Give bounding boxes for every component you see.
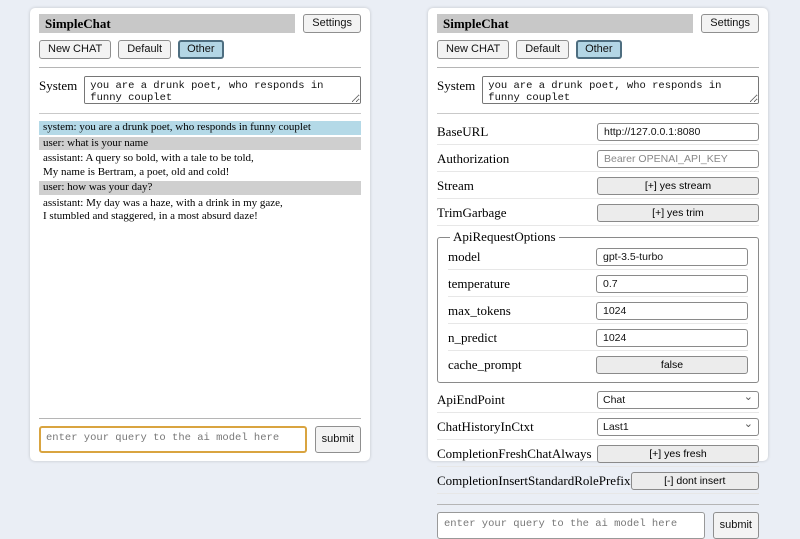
chat-message-assistant: assistant: A query so bold, with a tale … [39,152,361,179]
divider [39,418,361,419]
apiendpoint-select[interactable]: Chat [597,391,759,409]
n-predict-label: n_predict [448,330,497,346]
system-prompt-row: System you are a drunk poet, who respond… [39,76,361,104]
system-prompt-input[interactable]: you are a drunk poet, who responds in fu… [482,76,759,104]
submit-button[interactable]: submit [713,512,759,539]
session-toolbar: New CHAT Default Other [39,40,361,59]
max-tokens-input[interactable] [596,302,748,320]
query-row: submit [39,426,361,453]
session-button-other[interactable]: Other [178,40,224,59]
completionfreshchatalways-label: CompletionFreshChatAlways [437,446,592,462]
api-request-options-fieldset: ApiRequestOptions model temperature max_… [437,229,759,383]
stream-toggle-button[interactable]: [+] yes stream [597,177,759,195]
query-input[interactable] [437,512,705,539]
submit-button[interactable]: submit [315,426,361,453]
setting-row-n-predict: n_predict [448,326,748,351]
completionfreshchatalways-toggle-button[interactable]: [+] yes fresh [597,445,759,463]
new-chat-button[interactable]: New CHAT [437,40,509,59]
model-input[interactable] [596,248,748,266]
divider [437,67,759,68]
divider [437,504,759,505]
authorization-label: Authorization [437,151,509,167]
header: SimpleChat Settings [437,14,759,33]
n-predict-input[interactable] [596,329,748,347]
session-button-other[interactable]: Other [576,40,622,59]
app-title: SimpleChat [39,14,295,33]
system-prompt-row: System you are a drunk poet, who respond… [437,76,759,104]
setting-row-stream: Stream [+] yes stream [437,174,759,199]
stream-label: Stream [437,178,474,194]
setting-row-apiendpoint: ApiEndPoint Chat ⌄ [437,388,759,413]
temperature-label: temperature [448,276,510,292]
spacer [39,226,361,411]
setting-row-trimgarbage: TrimGarbage [+] yes trim [437,201,759,226]
setting-row-completionfreshchatalways: CompletionFreshChatAlways [+] yes fresh [437,442,759,467]
chat-message-user: user: what is your name [39,137,361,151]
system-prompt-label: System [39,76,77,104]
system-prompt-input[interactable]: you are a drunk poet, who responds in fu… [84,76,361,104]
authorization-input[interactable] [597,150,759,168]
setting-row-max-tokens: max_tokens [448,299,748,324]
chat-messages: system: you are a drunk poet, who respon… [39,121,361,226]
session-button-default[interactable]: Default [516,40,569,59]
max-tokens-label: max_tokens [448,303,511,319]
settings-button[interactable]: Settings [303,14,361,33]
chathistoryinctxt-label: ChatHistoryInCtxt [437,419,534,435]
setting-row-chathistoryinctxt: ChatHistoryInCtxt Last1 ⌄ [437,415,759,440]
baseurl-label: BaseURL [437,124,488,140]
cache-prompt-label: cache_prompt [448,357,522,373]
setting-row-model: model [448,245,748,270]
chat-panel: SimpleChat Settings New CHAT Default Oth… [30,8,370,461]
header: SimpleChat Settings [39,14,361,33]
chathistoryinctxt-select[interactable]: Last1 [597,418,759,436]
chat-message-assistant: assistant: My day was a haze, with a dri… [39,197,361,224]
baseurl-input[interactable] [597,123,759,141]
divider [437,113,759,114]
api-request-options-legend: ApiRequestOptions [450,229,559,245]
model-label: model [448,249,481,265]
system-prompt-label: System [437,76,475,104]
temperature-input[interactable] [596,275,748,293]
completioninsertstandardroleprefix-label: CompletionInsertStandardRolePrefix [437,473,631,489]
new-chat-button[interactable]: New CHAT [39,40,111,59]
completioninsertstandardroleprefix-toggle-button[interactable]: [-] dont insert [631,472,759,490]
settings-list: BaseURL Authorization Stream [+] yes str… [437,120,759,496]
chat-message-system: system: you are a drunk poet, who respon… [39,121,361,135]
setting-row-temperature: temperature [448,272,748,297]
setting-row-completioninsertstandardroleprefix: CompletionInsertStandardRolePrefix [-] d… [437,469,759,494]
session-button-default[interactable]: Default [118,40,171,59]
setting-row-authorization: Authorization [437,147,759,172]
apiendpoint-label: ApiEndPoint [437,392,505,408]
app-title: SimpleChat [437,14,693,33]
query-input[interactable] [39,426,307,453]
divider [39,113,361,114]
divider [39,67,361,68]
settings-panel: SimpleChat Settings New CHAT Default Oth… [428,8,768,461]
settings-button[interactable]: Settings [701,14,759,33]
setting-row-baseurl: BaseURL [437,120,759,145]
session-toolbar: New CHAT Default Other [437,40,759,59]
trimgarbage-label: TrimGarbage [437,205,507,221]
query-row: submit [437,512,759,539]
setting-row-cache-prompt: cache_prompt false [448,353,748,377]
chat-message-user: user: how was your day? [39,181,361,195]
trimgarbage-toggle-button[interactable]: [+] yes trim [597,204,759,222]
cache-prompt-toggle-button[interactable]: false [596,356,748,374]
